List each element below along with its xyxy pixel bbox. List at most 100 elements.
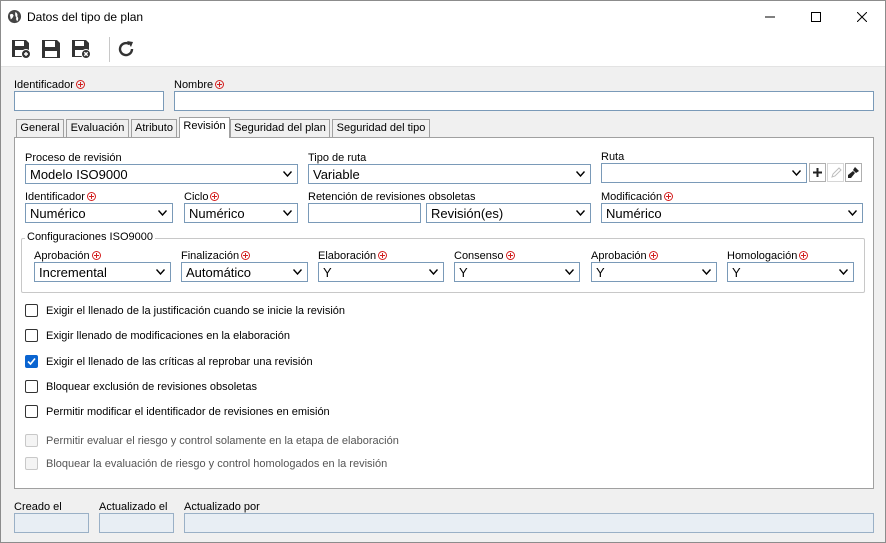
iso9000-group-title: Configuraciones ISO9000 (25, 231, 155, 243)
close-icon (857, 11, 867, 22)
add-route-button[interactable] (809, 163, 826, 182)
tab-seguridad-plan[interactable]: Seguridad del plan (230, 119, 330, 137)
checkbox-bloquear-evaluacion[interactable] (25, 457, 38, 470)
dialog-window: Datos del tipo de plan Identificador Nom… (0, 0, 886, 543)
required-icon (648, 251, 658, 260)
proceso-revision-value: Modelo ISO9000 (30, 167, 128, 182)
identificador-rev-select[interactable]: Numérico (25, 203, 173, 223)
ruta-label: Ruta (601, 151, 625, 163)
aprobacion-1-label: Aprobación (34, 250, 101, 262)
save-new-button[interactable] (8, 36, 34, 62)
checkbox-modificaciones-label: Exigir llenado de modificaciones en la e… (46, 330, 290, 342)
tab-atributo[interactable]: Atributo (131, 119, 177, 137)
chevron-down-icon (429, 269, 438, 275)
save-icon (42, 40, 60, 58)
checkbox-criticas-label: Exigir el llenado de las críticas al rep… (46, 356, 313, 368)
chevron-down-icon (283, 210, 292, 216)
clear-route-button[interactable] (845, 163, 862, 182)
maximize-button[interactable] (793, 1, 839, 32)
ruta-select[interactable] (601, 163, 807, 183)
tab-general[interactable]: General (16, 119, 64, 137)
retencion-unit-select[interactable]: Revisión(es) (426, 203, 591, 223)
finalizacion-value: Automático (186, 265, 252, 280)
finalizacion-select[interactable]: Automático (181, 262, 308, 282)
minimize-button[interactable] (747, 1, 793, 32)
elaboracion-select[interactable]: Y (318, 262, 444, 282)
consenso-value: Y (459, 265, 468, 280)
checkbox-bloquear-exclusion-label: Bloquear exclusión de revisiones obsolet… (46, 381, 257, 393)
homologacion-label: Homologación (727, 250, 809, 262)
chevron-down-icon (702, 269, 711, 275)
homologacion-select[interactable]: Y (727, 262, 854, 282)
required-icon (86, 192, 96, 201)
required-icon (505, 251, 515, 260)
chevron-down-icon (283, 171, 292, 177)
checkbox-bloquear-exclusion[interactable] (25, 380, 38, 393)
save-new-icon (12, 40, 31, 59)
window-title: Datos del tipo de plan (27, 10, 144, 24)
title-bar: Datos del tipo de plan (1, 1, 885, 32)
pencil-icon (830, 166, 842, 178)
modificacion-value: Numérico (606, 206, 662, 221)
tipo-ruta-select[interactable]: Variable (308, 164, 591, 184)
toolbar (1, 32, 885, 67)
identificador-label: Identificador (14, 79, 85, 91)
checkbox-evaluar-riesgo[interactable] (25, 434, 38, 447)
actualizado-field (99, 513, 174, 533)
plus-icon (813, 168, 822, 177)
save-button[interactable] (38, 36, 64, 62)
globe-icon (7, 9, 22, 24)
save-close-icon (72, 40, 91, 59)
required-icon (215, 80, 225, 89)
required-icon (91, 251, 101, 260)
chevron-down-icon (839, 269, 848, 275)
close-button[interactable] (839, 1, 885, 32)
refresh-icon (118, 41, 134, 57)
tipo-ruta-label: Tipo de ruta (308, 152, 367, 164)
modificacion-select[interactable]: Numérico (601, 203, 863, 223)
retencion-label: Retención de revisiones obsoletas (308, 191, 476, 203)
brush-icon (848, 167, 859, 178)
retencion-number-input[interactable] (308, 203, 421, 223)
elaboracion-value: Y (323, 265, 332, 280)
refresh-button[interactable] (113, 36, 139, 62)
checkbox-modificaciones[interactable] (25, 329, 38, 342)
tab-revision[interactable]: Revisión (179, 117, 230, 138)
checkbox-bloquear-evaluacion-label: Bloquear la evaluación de riesgo y contr… (46, 458, 388, 470)
tipo-ruta-value: Variable (313, 167, 360, 182)
elaboracion-label: Elaboración (318, 250, 388, 262)
chevron-down-icon (576, 171, 585, 177)
chevron-down-icon (792, 170, 801, 176)
required-icon (75, 80, 85, 89)
proceso-revision-select[interactable]: Modelo ISO9000 (25, 164, 298, 184)
tab-seguridad-tipo[interactable]: Seguridad del tipo (332, 119, 430, 137)
edit-route-button[interactable] (827, 163, 844, 182)
ciclo-select[interactable]: Numérico (184, 203, 298, 223)
checkbox-modificar-identificador-label: Permitir modificar el identificador de r… (46, 406, 330, 418)
modificacion-label: Modificación (601, 191, 674, 203)
chevron-down-icon (158, 210, 167, 216)
finalizacion-label: Finalización (181, 250, 251, 262)
chevron-down-icon (565, 269, 574, 275)
ciclo-label: Ciclo (184, 191, 220, 203)
checkbox-justificacion[interactable] (25, 304, 38, 317)
proceso-revision-label: Proceso de revisión (25, 152, 122, 164)
aprobacion-2-label: Aprobación (591, 250, 658, 262)
actualizado-label: Actualizado el (99, 501, 168, 513)
checkbox-criticas[interactable] (25, 355, 38, 368)
homologacion-value: Y (732, 265, 741, 280)
required-icon (664, 192, 674, 201)
aprobacion-2-select[interactable]: Y (591, 262, 717, 282)
identificador-input[interactable] (14, 91, 164, 111)
nombre-input[interactable] (174, 91, 874, 111)
actualizado-por-label: Actualizado por (184, 501, 260, 513)
save-close-button[interactable] (68, 36, 94, 62)
chevron-down-icon (848, 210, 857, 216)
toolbar-separator (109, 37, 110, 62)
checkbox-modificar-identificador[interactable] (25, 405, 38, 418)
nombre-label: Nombre (174, 79, 225, 91)
tab-evaluacion[interactable]: Evaluación (66, 119, 129, 137)
consenso-select[interactable]: Y (454, 262, 580, 282)
aprobacion-1-select[interactable]: Incremental (34, 262, 171, 282)
required-icon (799, 251, 809, 260)
